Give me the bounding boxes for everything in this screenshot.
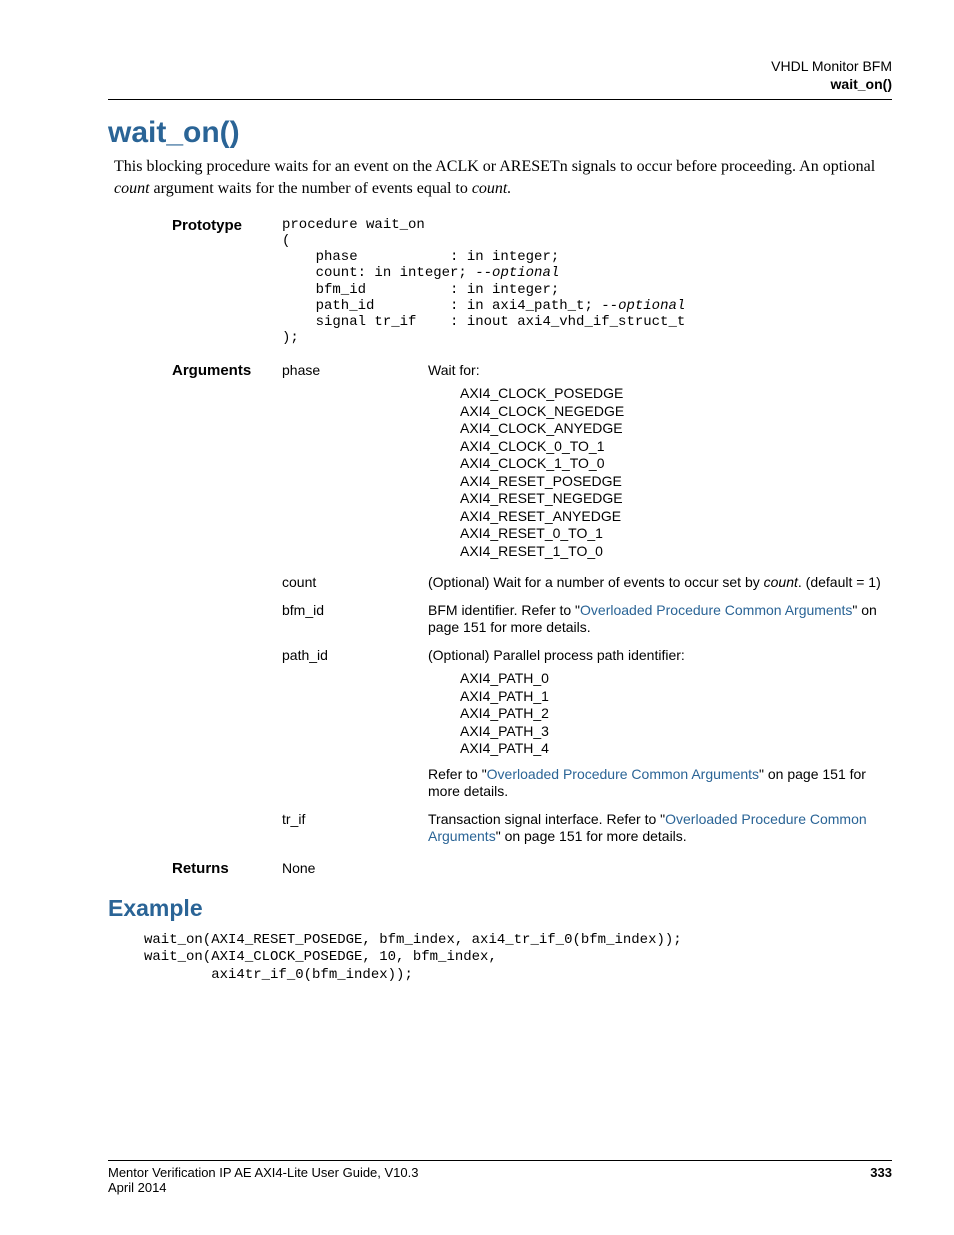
intro-em: count bbox=[114, 180, 150, 197]
arg-desc-text: Transaction signal interface. Refer to " bbox=[428, 811, 665, 827]
phase-value-list: AXI4_CLOCK_POSEDGE AXI4_CLOCK_NEGEDGE AX… bbox=[460, 385, 892, 560]
arguments-label: Arguments bbox=[172, 362, 282, 379]
prototype-label: Prototype bbox=[172, 217, 282, 234]
arg-desc-bfmid: BFM identifier. Refer to "Overloaded Pro… bbox=[428, 602, 892, 637]
arg-desc-text: (Optional) Parallel process path identif… bbox=[428, 647, 685, 663]
definition-block: Prototype procedure wait_on ( phase : in… bbox=[172, 217, 892, 877]
footer-date: April 2014 bbox=[108, 1180, 418, 1195]
arg-name-bfmid: bfm_id bbox=[282, 602, 428, 618]
page-number: 333 bbox=[870, 1165, 892, 1195]
example-heading: Example bbox=[108, 895, 892, 922]
header-chapter: VHDL Monitor BFM bbox=[108, 58, 892, 76]
page-footer: Mentor Verification IP AE AXI4-Lite User… bbox=[108, 1160, 892, 1195]
arg-name-count: count bbox=[282, 574, 428, 590]
arg-desc-text: . (default = 1) bbox=[798, 574, 881, 590]
intro-text: argument waits for the number of events … bbox=[150, 180, 472, 197]
intro-em: count. bbox=[472, 180, 512, 197]
arg-desc-em: count bbox=[764, 574, 798, 590]
header-topic: wait_on() bbox=[108, 76, 892, 94]
intro-paragraph: This blocking procedure waits for an eve… bbox=[114, 156, 892, 199]
returns-value: None bbox=[282, 860, 428, 876]
prototype-code: procedure wait_on ( phase : in integer; … bbox=[282, 217, 892, 346]
arg-desc-trif: Transaction signal interface. Refer to "… bbox=[428, 811, 892, 846]
arg-name-trif: tr_if bbox=[282, 811, 428, 827]
returns-label: Returns bbox=[172, 860, 282, 877]
arg-desc-text: BFM identifier. Refer to " bbox=[428, 602, 580, 618]
example-code: wait_on(AXI4_RESET_POSEDGE, bfm_index, a… bbox=[144, 932, 892, 985]
arg-name-phase: phase bbox=[282, 362, 428, 378]
arg-desc-text: Wait for: bbox=[428, 362, 480, 378]
arg-desc-phase: Wait for: AXI4_CLOCK_POSEDGE AXI4_CLOCK_… bbox=[428, 362, 892, 567]
intro-text: This blocking procedure waits for an eve… bbox=[114, 158, 875, 175]
page-header: VHDL Monitor BFM wait_on() bbox=[108, 58, 892, 100]
arg-name-pathid: path_id bbox=[282, 647, 428, 663]
arg-desc-text: (Optional) Wait for a number of events t… bbox=[428, 574, 764, 590]
footer-doc-title: Mentor Verification IP AE AXI4-Lite User… bbox=[108, 1165, 418, 1180]
xref-link[interactable]: Overloaded Procedure Common Arguments bbox=[580, 602, 852, 618]
arg-desc-text: " on page 151 for more details. bbox=[496, 828, 687, 844]
arg-desc-pathid: (Optional) Parallel process path identif… bbox=[428, 647, 892, 801]
arg-desc-text: Refer to " bbox=[428, 766, 487, 782]
pathid-value-list: AXI4_PATH_0 AXI4_PATH_1 AXI4_PATH_2 AXI4… bbox=[460, 670, 892, 758]
xref-link[interactable]: Overloaded Procedure Common Arguments bbox=[487, 766, 759, 782]
arg-desc-count: (Optional) Wait for a number of events t… bbox=[428, 574, 892, 592]
page-title: wait_on() bbox=[108, 116, 892, 150]
